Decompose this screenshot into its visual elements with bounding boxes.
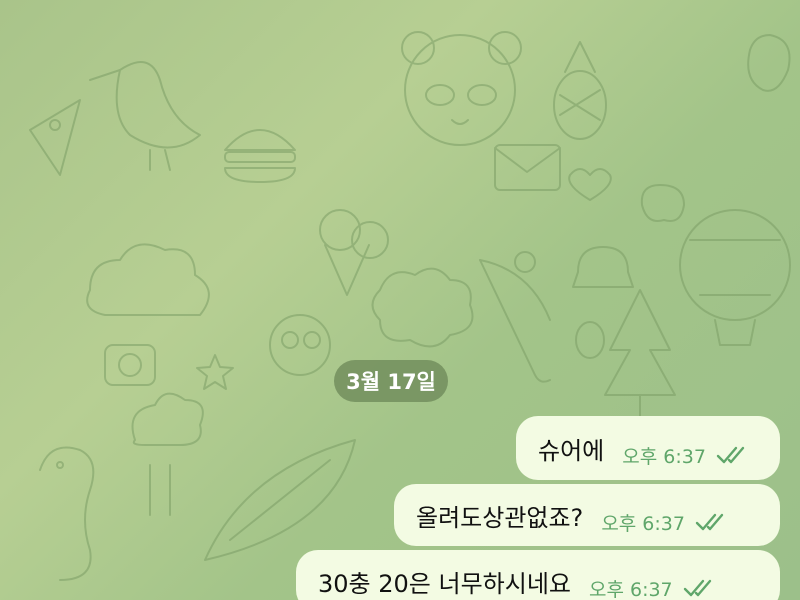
sheep-doodle-icon [371,267,474,348]
envelope-doodle-icon [494,144,561,191]
star-doodle-icon [196,354,234,390]
bell-doodle-icon [572,246,634,288]
tree-doodle-icon [604,289,676,421]
balloon-doodle-icon [679,209,791,346]
pizza-doodle-icon [29,99,81,176]
ice-cream-doodle-icon [319,209,389,296]
date-separator: 3월 17일 [334,360,448,402]
strawberry-doodle-icon [747,34,791,92]
pineapple-doodle-icon [553,41,607,140]
owl-doodle-icon [269,314,331,376]
message-meta: 오후 6:37 [622,442,750,469]
umbrella-doodle-icon [479,259,551,383]
apple-doodle-icon [640,184,685,222]
panda-doodle-icon [401,31,522,146]
message-time: 오후 6:37 [601,512,685,535]
message-meta: 오후 6:37 [601,509,729,536]
double-check-read-icon [683,578,717,598]
outgoing-message-bubble[interactable]: 올려도상관없죠? 오후 6:37 [394,484,780,546]
cloud-doodle-icon [86,243,210,316]
outgoing-message-bubble[interactable]: 슈어에 오후 6:37 [516,416,780,480]
message-meta: 오후 6:37 [589,575,717,600]
double-check-read-icon [716,445,750,465]
message-text: 30충 20은 너무하시네요 [318,569,571,598]
message-time: 오후 6:37 [622,445,706,468]
bird-doodle-icon [89,61,201,171]
message-text: 슈어에 [538,436,605,465]
dino-doodle-icon [39,446,95,581]
message-time: 오후 6:37 [588,578,673,600]
broccoli-doodle-icon [131,392,204,516]
message-text: 올려도상관없죠? [416,503,584,532]
heart-doodle-icon [568,168,612,201]
outgoing-message-bubble[interactable]: 30충 20은 너무하시네요 오후 6:37 [296,550,780,600]
egg-doodle-icon [575,321,605,359]
burger-doodle-icon [224,129,296,183]
double-check-read-icon [695,512,729,532]
camera-doodle-icon [104,344,156,386]
surfboard-doodle-icon [204,439,356,561]
ring-doodle-icon [514,251,536,273]
